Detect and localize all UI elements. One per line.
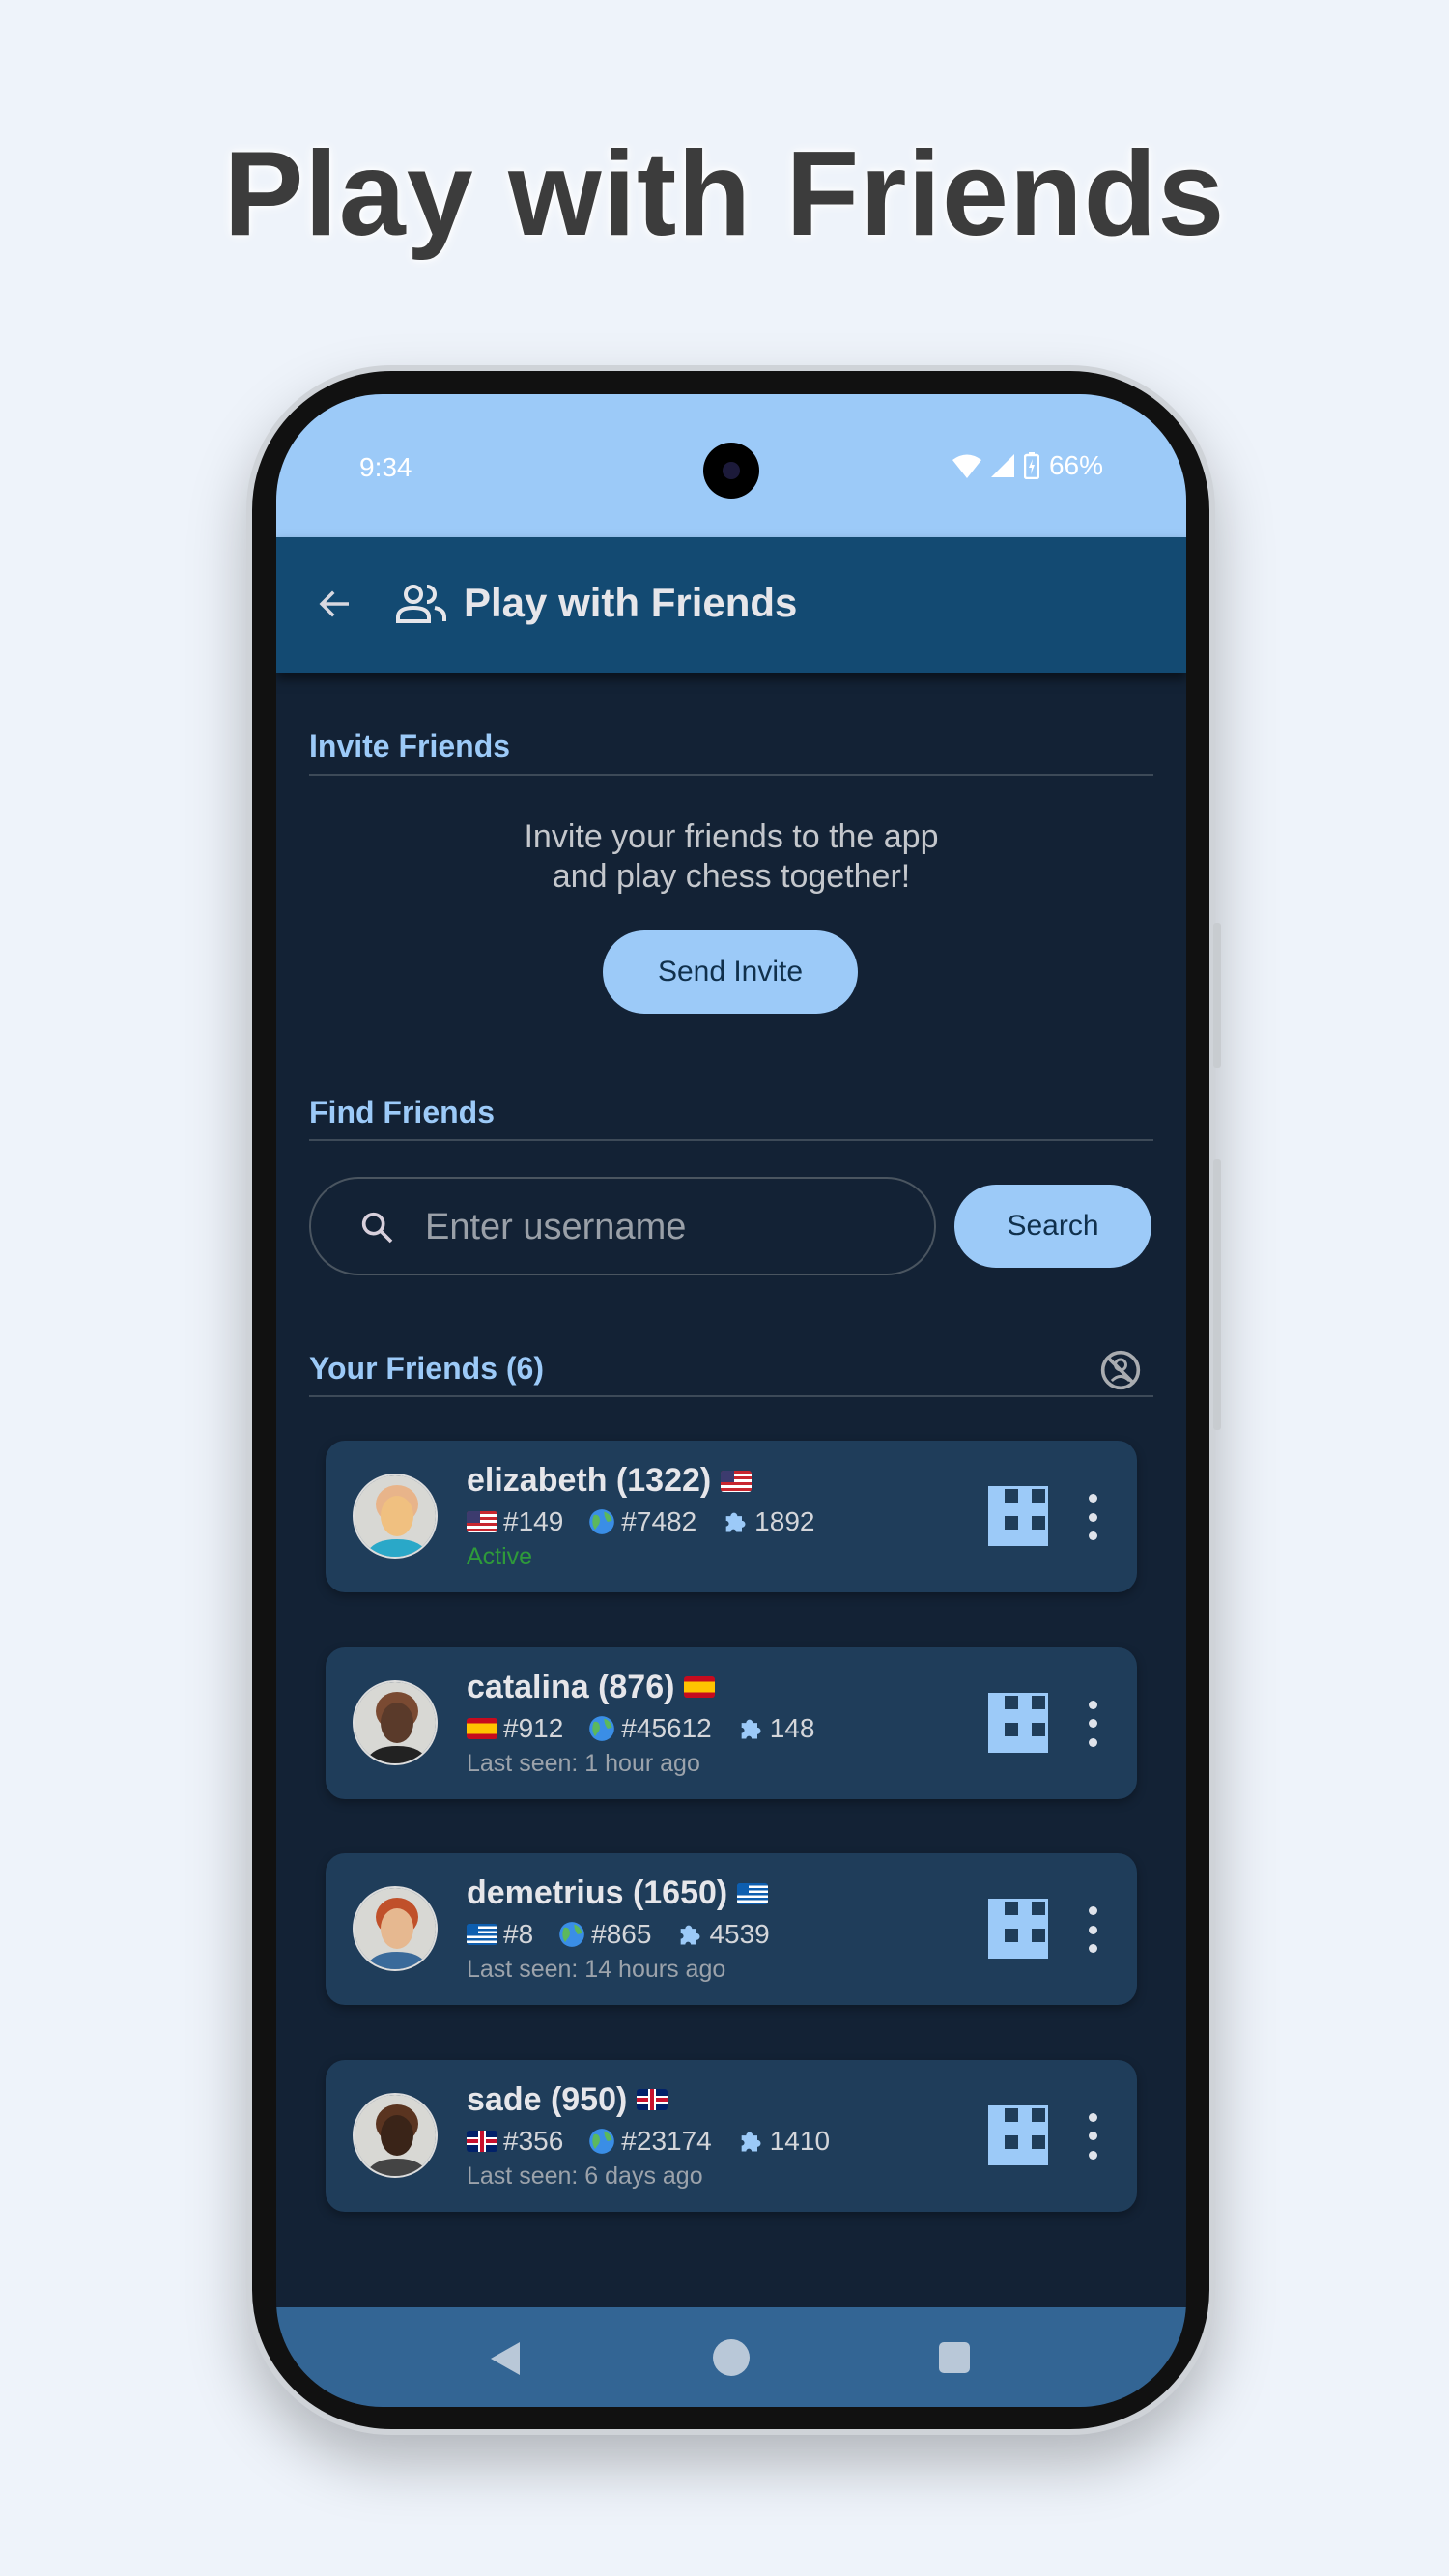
challenge-chessboard-icon[interactable] [988, 1692, 1048, 1753]
world-rank: #23174 [621, 2125, 712, 2156]
volume-button [1213, 923, 1221, 1068]
power-button [1213, 1159, 1221, 1430]
country-flag-icon [721, 1470, 753, 1492]
challenge-chessboard-icon[interactable] [988, 1899, 1048, 1959]
country-flag-icon [467, 1924, 497, 1945]
app-bar: Play with Friends [276, 537, 1186, 673]
person-off-icon[interactable] [1099, 1349, 1142, 1391]
globe-icon [589, 1509, 615, 1534]
divider [309, 1395, 1153, 1397]
world-rank: #865 [591, 1919, 652, 1949]
more-options-icon[interactable] [1083, 1906, 1102, 1953]
system-nav-bar [276, 2307, 1186, 2407]
nav-home-icon[interactable] [713, 2339, 750, 2376]
status-bar: 9:34 66% [276, 394, 1186, 537]
promo-headline: Play with Friends [223, 128, 1226, 261]
puzzle-icon [741, 2132, 761, 2151]
country-flag-icon [737, 1882, 769, 1904]
puzzle-rating: 1892 [754, 1506, 815, 1536]
more-options-icon[interactable] [1083, 1494, 1102, 1540]
last-seen-status: Last seen: 1 hour ago [467, 1749, 700, 1777]
challenge-chessboard-icon[interactable] [988, 2104, 1048, 2165]
invite-line-1: Invite your friends to the app [524, 818, 939, 855]
globe-icon [589, 1715, 615, 1741]
people-icon [396, 585, 446, 623]
avatar [353, 1474, 438, 1559]
avatar [353, 1679, 438, 1765]
nav-back-icon[interactable] [491, 2342, 520, 2375]
camera-cutout [703, 443, 759, 499]
friend-card[interactable]: elizabeth (1322) #149 #7482 1892 Active [326, 1441, 1137, 1592]
send-invite-button[interactable]: Send Invite [603, 930, 858, 1014]
battery-percent: 66% [1048, 450, 1103, 480]
puzzle-rating: 148 [769, 1712, 815, 1743]
puzzle-icon [725, 1512, 746, 1532]
divider [309, 1139, 1153, 1141]
country-flag-icon [467, 1717, 497, 1739]
friend-card[interactable]: demetrius (1650) #8 #865 4539 Last seen:… [326, 1853, 1137, 2005]
signal-icon [990, 454, 1014, 477]
arrow-left-icon[interactable] [315, 584, 355, 624]
last-seen-status: Active [467, 1543, 533, 1570]
puzzle-rating: 4539 [709, 1919, 770, 1949]
username-search-field[interactable] [309, 1177, 936, 1275]
more-options-icon[interactable] [1083, 1700, 1102, 1747]
avatar [353, 1886, 438, 1971]
country-flag-icon [684, 1676, 716, 1698]
page-title: Play with Friends [464, 580, 798, 625]
friend-name: catalina (876) [467, 1668, 675, 1705]
friend-card[interactable]: sade (950) #356 #23174 1410 Last seen: 6… [326, 2059, 1137, 2212]
friend-name: elizabeth (1322) [467, 1462, 712, 1499]
country-flag-icon [637, 2089, 668, 2110]
globe-icon [589, 2128, 615, 2154]
screen: 9:34 66% Play with Friends Invite Friend… [276, 394, 1186, 2407]
country-rank: #149 [503, 1506, 564, 1536]
country-rank: #356 [503, 2125, 564, 2156]
more-options-icon[interactable] [1083, 2112, 1102, 2160]
invite-line-2: and play chess together! [552, 858, 911, 895]
last-seen-status: Last seen: 6 days ago [467, 2161, 703, 2190]
find-friends-heading: Find Friends [309, 1095, 495, 1130]
country-flag-icon [467, 2130, 497, 2152]
world-rank: #7482 [621, 1506, 697, 1536]
avatar [353, 2092, 438, 2178]
nav-recents-icon[interactable] [939, 2342, 970, 2373]
world-rank: #45612 [621, 1712, 712, 1743]
search-icon [361, 1212, 393, 1244]
friend-name: sade (950) [467, 2080, 628, 2118]
country-flag-icon [467, 1511, 497, 1532]
country-rank: #912 [503, 1712, 564, 1743]
challenge-chessboard-icon[interactable] [988, 1486, 1048, 1546]
friend-card[interactable]: catalina (876) #912 #45612 148 Last seen… [326, 1646, 1137, 1799]
last-seen-status: Last seen: 14 hours ago [467, 1956, 726, 1983]
divider [309, 774, 1153, 776]
friend-name: demetrius (1650) [467, 1875, 728, 1911]
invite-description: Invite your friends to the app and play … [276, 817, 1186, 897]
your-friends-heading: Your Friends (6) [309, 1351, 544, 1386]
battery-charging-icon [1023, 452, 1039, 479]
puzzle-rating: 1410 [769, 2125, 831, 2156]
invite-friends-heading: Invite Friends [309, 729, 511, 763]
puzzle-icon [741, 1719, 761, 1738]
globe-icon [559, 1922, 584, 1947]
wifi-icon [952, 454, 981, 478]
status-time: 9:34 [359, 452, 412, 482]
username-input[interactable] [425, 1200, 908, 1254]
puzzle-icon [681, 1925, 700, 1945]
country-rank: #8 [503, 1919, 534, 1949]
search-button[interactable]: Search [954, 1185, 1151, 1268]
